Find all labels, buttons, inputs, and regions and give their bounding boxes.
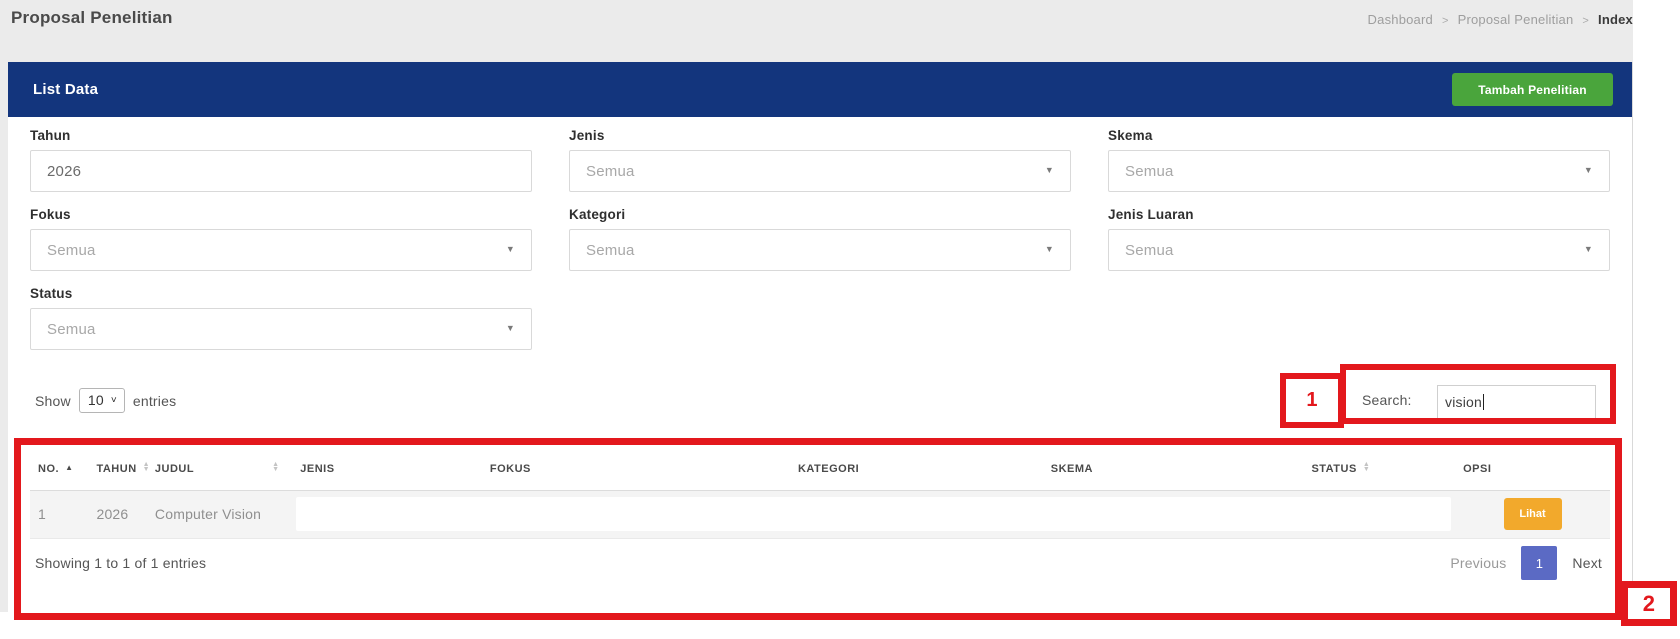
- tahun-input[interactable]: [47, 151, 515, 191]
- page-right-edge-divider: [1632, 62, 1633, 595]
- fokus-select[interactable]: Semua: [30, 229, 532, 271]
- jenis-luaran-label: Jenis Luaran: [1108, 207, 1610, 222]
- filter-skema: Skema Semua: [1108, 128, 1610, 192]
- card-title: List Data: [33, 81, 98, 98]
- jenis-label: Jenis: [569, 128, 1071, 143]
- page-title: Proposal Penelitian: [11, 8, 173, 28]
- kategori-label: Kategori: [569, 207, 1071, 222]
- jenis-select[interactable]: Semua: [569, 150, 1071, 192]
- show-label: Show: [35, 393, 71, 409]
- annotation-badge-2: 2: [1621, 581, 1677, 626]
- filter-status: Status Semua: [30, 286, 532, 350]
- annotation-badge-1: 1: [1280, 373, 1344, 428]
- skema-select[interactable]: Semua: [1108, 150, 1610, 192]
- breadcrumb: Dashboard > Proposal Penelitian > Index: [1150, 12, 1633, 27]
- entries-label: entries: [133, 393, 176, 409]
- tambah-penelitian-button[interactable]: Tambah Penelitian: [1452, 73, 1613, 106]
- jenis-luaran-select[interactable]: Semua: [1108, 229, 1610, 271]
- tahun-input-wrapper: [30, 150, 532, 192]
- show-entries-control: Show 10 ˅ entries: [35, 388, 176, 413]
- page-length-value: 10: [88, 392, 104, 408]
- breadcrumb-dashboard[interactable]: Dashboard: [1368, 12, 1433, 27]
- breadcrumb-proposal-penelitian[interactable]: Proposal Penelitian: [1458, 12, 1574, 27]
- page-length-select[interactable]: 10 ˅: [79, 388, 125, 413]
- filter-grid: Tahun Jenis Semua Skema Semua Fokus Semu…: [30, 128, 1610, 350]
- chevron-down-icon: ˅: [111, 395, 117, 406]
- breadcrumb-separator-icon: >: [1442, 15, 1449, 27]
- filter-kategori: Kategori Semua: [569, 207, 1071, 271]
- status-select[interactable]: Semua: [30, 308, 532, 350]
- filter-jenis: Jenis Semua: [569, 128, 1071, 192]
- filter-tahun: Tahun: [30, 128, 532, 192]
- breadcrumb-separator-icon: >: [1582, 15, 1589, 27]
- filter-fokus: Fokus Semua: [30, 207, 532, 271]
- kategori-select[interactable]: Semua: [569, 229, 1071, 271]
- skema-label: Skema: [1108, 128, 1610, 143]
- annotation-box-1-search: [1340, 364, 1616, 424]
- annotation-box-2-table: [14, 438, 1622, 620]
- fokus-label: Fokus: [30, 207, 532, 222]
- tahun-label: Tahun: [30, 128, 532, 143]
- filter-jenis-luaran: Jenis Luaran Semua: [1108, 207, 1610, 271]
- breadcrumb-current-index: Index: [1598, 12, 1633, 27]
- status-label: Status: [30, 286, 532, 301]
- card-header: List Data Tambah Penelitian: [8, 62, 1632, 117]
